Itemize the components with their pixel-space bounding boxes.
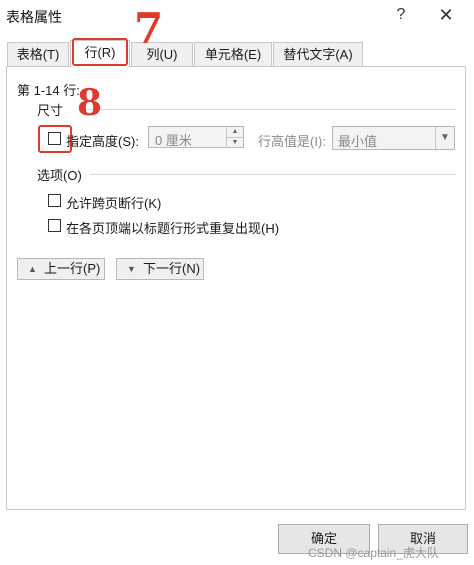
specify-height-label: 指定高度(S): — [66, 134, 139, 149]
tab-table[interactable]: 表格(T) — [7, 42, 69, 66]
row-height-option: 最小值 — [338, 134, 378, 149]
close-icon[interactable]: ✕ — [432, 4, 460, 26]
tab-row-highlight — [72, 38, 128, 66]
next-row-label: 下一行(N) — [143, 261, 201, 276]
triangle-down-icon: ▼ — [127, 264, 136, 274]
row-height-select[interactable]: 最小值 ▼ — [332, 126, 455, 150]
watermark: CSDN @captain_虎大队 — [308, 546, 439, 560]
rows-label: 第 1-14 行: — [17, 83, 80, 98]
repeat-header-checkbox[interactable] — [48, 219, 61, 232]
annotation-8: 8 — [77, 82, 103, 124]
prev-row-label: 上一行(P) — [44, 261, 101, 276]
triangle-up-icon: ▲ — [28, 264, 37, 274]
next-row-button[interactable]: ▼ 下一行(N) — [116, 258, 204, 280]
row-height-is-label: 行高值是(I): — [258, 134, 326, 149]
height-spinner[interactable]: 0 厘米 ▲ ▼ — [148, 126, 244, 148]
size-section-label: 尺寸 — [37, 103, 64, 118]
options-separator — [90, 174, 456, 175]
spin-up-icon[interactable]: ▲ — [226, 127, 243, 137]
chevron-down-icon[interactable]: ▼ — [435, 127, 454, 149]
options-section-label: 选项(O) — [37, 168, 82, 183]
tab-alt-text[interactable]: 替代文字(A) — [273, 42, 363, 66]
tab-cell[interactable]: 单元格(E) — [194, 42, 272, 66]
allow-break-checkbox[interactable] — [48, 194, 61, 207]
height-value: 0 厘米 — [155, 133, 192, 148]
annotation-7: 7 — [134, 4, 164, 53]
allow-break-label: 允许跨页断行(K) — [66, 196, 162, 211]
help-icon[interactable]: ? — [390, 4, 412, 26]
window-title: 表格属性 — [6, 9, 62, 25]
title-bar: 表格属性 ? ✕ — [0, 0, 474, 32]
size-separator — [80, 109, 456, 110]
specify-height-checkbox[interactable] — [48, 132, 61, 145]
prev-row-button[interactable]: ▲ 上一行(P) — [17, 258, 105, 280]
spin-down-icon[interactable]: ▼ — [226, 137, 243, 148]
repeat-header-label: 在各页顶端以标题行形式重复出现(H) — [66, 221, 280, 236]
